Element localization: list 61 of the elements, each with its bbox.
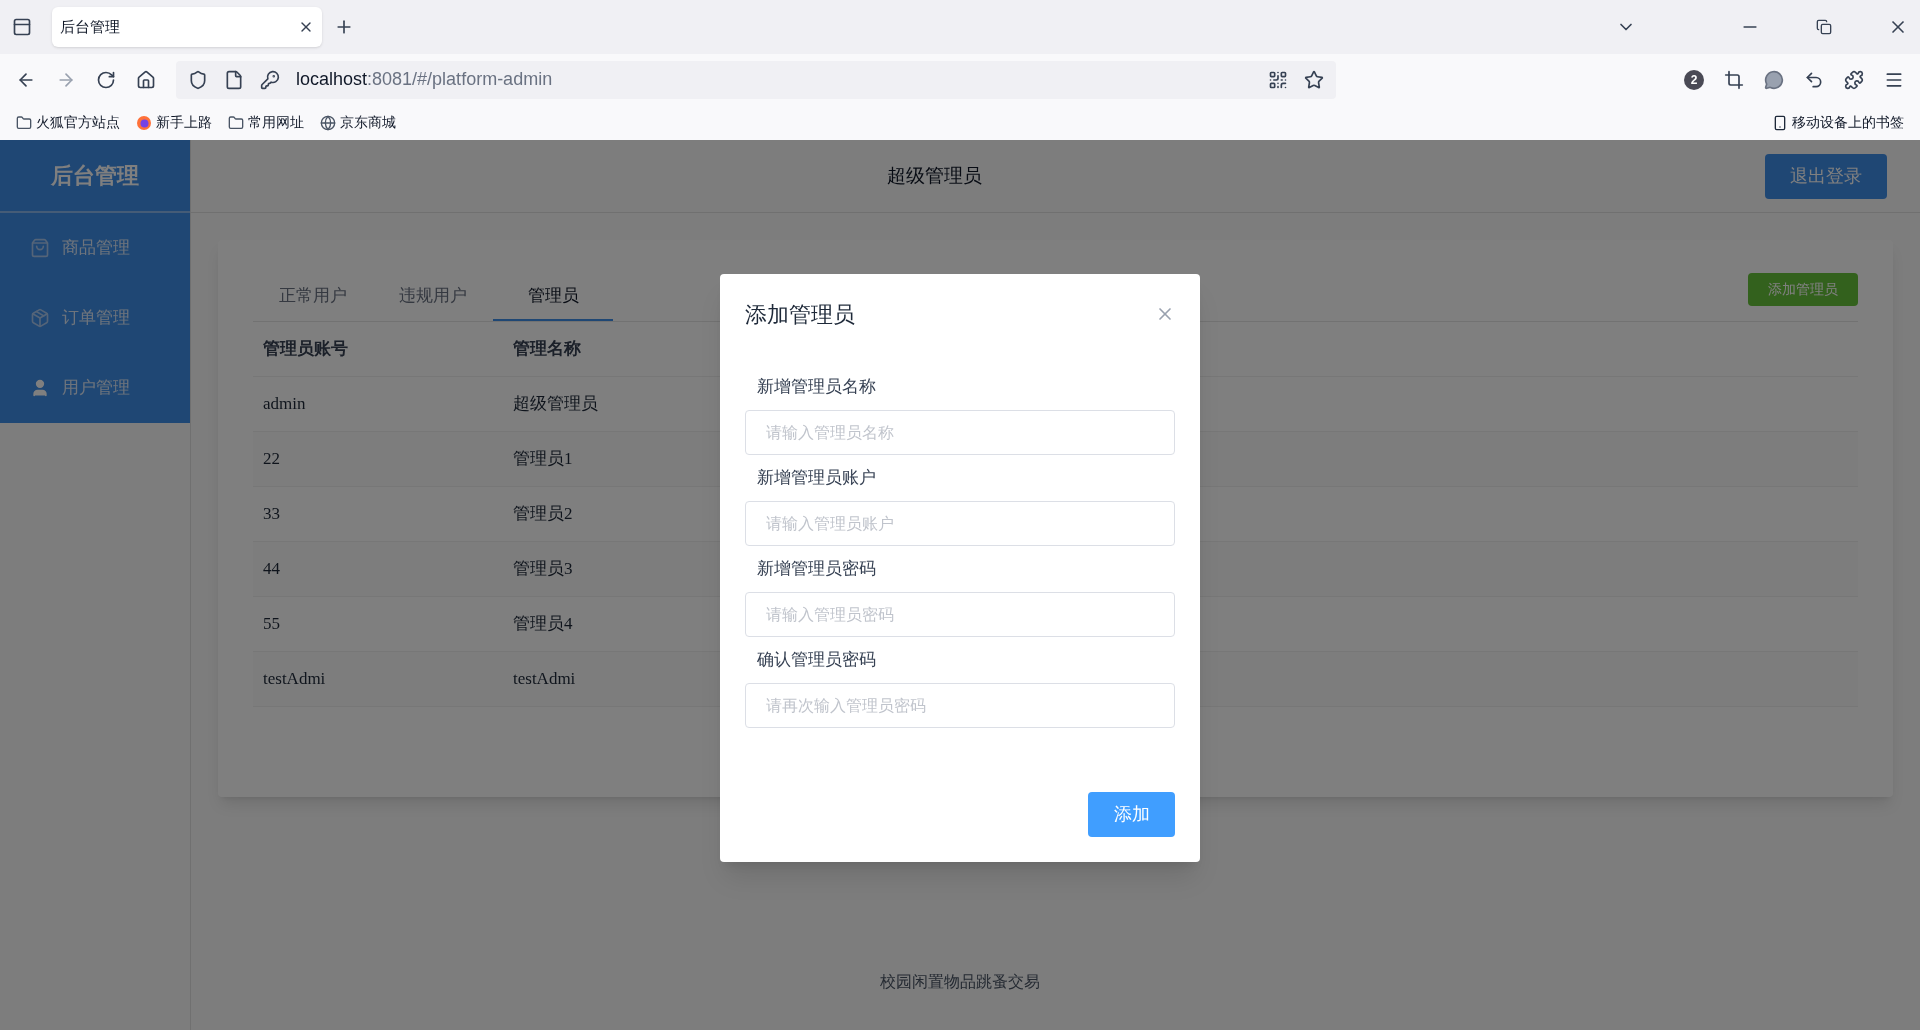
table-cell-text: 44 bbox=[262, 558, 281, 581]
dialog-title: 添加管理员 bbox=[745, 300, 856, 329]
footer-text: 校园闲置物品跳蚤交易 bbox=[880, 972, 1040, 992]
bookmark[interactable]: 常用网址 bbox=[228, 112, 304, 133]
undo-icon[interactable] bbox=[1804, 69, 1824, 90]
table-cell-text: testAdmi bbox=[262, 668, 327, 691]
table-cell-text: 管理员2 bbox=[512, 503, 574, 526]
notification-badge[interactable]: 2 bbox=[1684, 69, 1704, 90]
field-label: 确认管理员密码 bbox=[756, 649, 877, 672]
folder-icon bbox=[228, 114, 244, 131]
input-field[interactable]: 请输入管理员密码 bbox=[745, 592, 1175, 637]
table-cell-text: testAdmi bbox=[512, 668, 577, 691]
table-cell-text: 超级管理员 bbox=[512, 393, 599, 416]
home-icon[interactable] bbox=[136, 69, 156, 90]
input-field[interactable]: 请输入管理员账户 bbox=[745, 501, 1175, 546]
bookmark[interactable]: 火狐官方站点 bbox=[16, 112, 120, 133]
package-icon bbox=[30, 308, 50, 328]
tab-list-icon[interactable] bbox=[12, 17, 32, 37]
phone-icon bbox=[1772, 114, 1788, 131]
table-cell-text: 33 bbox=[262, 503, 281, 526]
crop-icon[interactable] bbox=[1724, 69, 1744, 90]
bag-icon bbox=[30, 238, 50, 258]
shield-icon bbox=[188, 69, 208, 90]
reload-icon[interactable] bbox=[96, 69, 116, 90]
table-cell-text: 55 bbox=[262, 613, 281, 636]
column-header: 管理员账号 bbox=[262, 338, 349, 361]
tab[interactable]: 管理员 bbox=[493, 273, 613, 321]
bookmark[interactable]: 京东商城 bbox=[320, 112, 396, 133]
tab-title: 后台管理 bbox=[60, 16, 121, 37]
qr-code-icon[interactable] bbox=[1268, 69, 1288, 90]
table-cell-text: 22 bbox=[262, 448, 281, 471]
restore-icon[interactable] bbox=[1816, 19, 1832, 35]
table-cell-text: admin bbox=[262, 393, 307, 416]
submit-button[interactable]: 添加 bbox=[1088, 792, 1175, 837]
puzzle-icon[interactable] bbox=[1844, 69, 1864, 90]
user-icon bbox=[30, 378, 50, 398]
tab[interactable]: 违规用户 bbox=[373, 273, 493, 321]
url-text: localhost:8081/#/platform-admin bbox=[296, 68, 553, 91]
table-cell-text: 管理员1 bbox=[512, 448, 574, 471]
table-cell-text: 管理员4 bbox=[512, 613, 574, 636]
mobile-bookmarks[interactable]: 移动设备上的书签 bbox=[1772, 112, 1904, 133]
field-label: 新增管理员账户 bbox=[756, 467, 877, 490]
folder-icon bbox=[16, 114, 32, 131]
table-cell-text: 管理员3 bbox=[512, 558, 574, 581]
tab[interactable]: 正常用户 bbox=[253, 273, 373, 321]
field-label: 新增管理员密码 bbox=[756, 558, 877, 581]
brand-title: 后台管理 bbox=[51, 162, 139, 190]
field-label: 新增管理员名称 bbox=[756, 376, 877, 399]
star-icon[interactable] bbox=[1304, 69, 1324, 90]
page-icon bbox=[224, 69, 244, 90]
header-title: 超级管理员 bbox=[887, 163, 982, 188]
input-field[interactable]: 请输入管理员名称 bbox=[745, 410, 1175, 455]
input-field[interactable]: 请再次输入管理员密码 bbox=[745, 683, 1175, 728]
globe-icon bbox=[320, 114, 336, 131]
chat-icon[interactable] bbox=[1764, 69, 1784, 90]
browser-logo-icon bbox=[136, 114, 152, 131]
bookmark[interactable]: 新手上路 bbox=[136, 112, 212, 133]
key-icon bbox=[260, 69, 280, 90]
address-bar[interactable]: localhost:8081/#/platform-admin bbox=[176, 60, 1336, 99]
column-header: 管理名称 bbox=[512, 338, 582, 361]
browser-tab[interactable]: 后台管理 bbox=[52, 7, 322, 47]
